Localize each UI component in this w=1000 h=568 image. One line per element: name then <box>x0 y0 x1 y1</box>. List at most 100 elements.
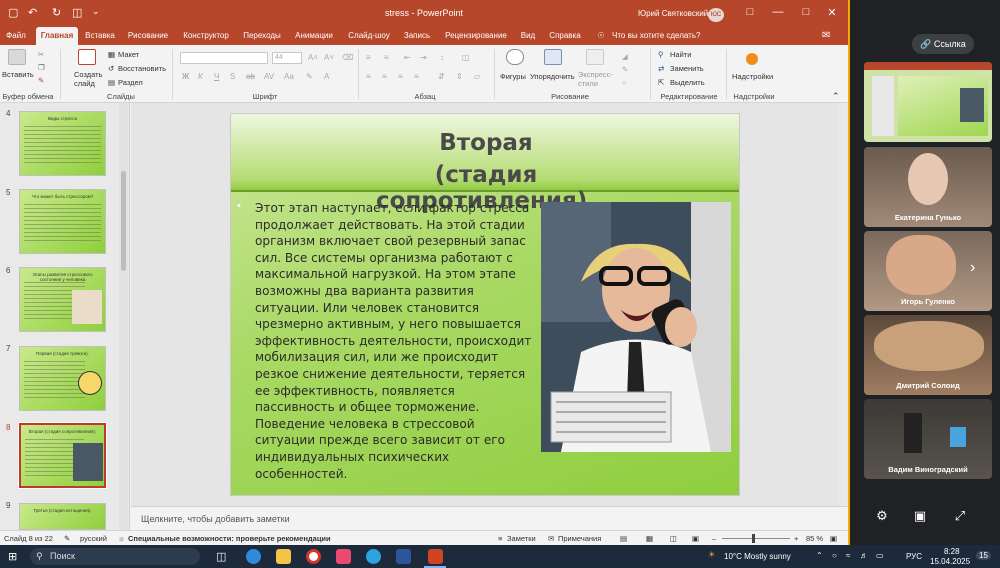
fullscreen-icon[interactable]: ⤢ <box>950 508 970 524</box>
network-icon[interactable]: ≈ <box>846 551 850 560</box>
notes-pane[interactable]: Щелкните, чтобы добавить заметки <box>131 506 848 530</box>
quick-styles-icon[interactable] <box>586 49 604 65</box>
slide-sorter-icon[interactable]: ▦ <box>646 534 653 543</box>
tab-design[interactable]: Конструктор <box>180 27 232 45</box>
yandex-browser-icon[interactable] <box>306 549 321 564</box>
shapes-icon[interactable] <box>506 49 524 65</box>
language-indicator[interactable]: русский <box>80 534 107 543</box>
zoom-out-icon[interactable]: – <box>712 534 716 543</box>
shrink-font-icon[interactable]: A˅ <box>324 53 334 62</box>
zoom-in-icon[interactable]: + <box>794 534 798 543</box>
align-text-icon[interactable]: ⇕ <box>456 72 463 81</box>
fit-slide-icon[interactable]: ▣ <box>830 534 837 543</box>
smartart-icon[interactable]: ▱ <box>474 72 480 81</box>
section-button[interactable]: Раздел <box>118 78 143 87</box>
copy-icon[interactable]: ❐ <box>38 63 45 72</box>
tab-help[interactable]: Справка <box>546 27 584 45</box>
user-name[interactable]: Юрий Святковский <box>638 9 708 18</box>
file-explorer-icon[interactable] <box>276 549 291 564</box>
arrange-button[interactable]: Упорядочить <box>530 72 575 81</box>
tab-review[interactable]: Рецензирование <box>442 27 510 45</box>
tray-app-icon[interactable]: ○ <box>832 551 837 560</box>
comments-icon[interactable]: ✉ <box>822 30 840 43</box>
weather-text[interactable]: 10°C Mostly sunny <box>724 552 791 561</box>
thumbnail-slide-8[interactable]: Вторая (стадия сопротивления). <box>18 422 107 489</box>
volume-icon[interactable]: ♬ <box>860 551 868 560</box>
replace-button[interactable]: Заменить <box>670 64 704 73</box>
fill-icon[interactable]: ◢ <box>622 52 628 61</box>
normal-view-icon[interactable]: ▤ <box>620 534 627 543</box>
thumbnail-slide-7[interactable]: Первая (стадия тревоги). <box>19 346 106 411</box>
ribbon-display-icon[interactable]: □ <box>740 6 760 18</box>
justify-icon[interactable]: ≡ <box>414 72 419 81</box>
align-right-icon[interactable]: ≡ <box>398 72 403 81</box>
increase-indent-icon[interactable]: ⇥ <box>420 53 427 62</box>
tab-animations[interactable]: Анимации <box>292 27 336 45</box>
font-size-field[interactable]: 44 <box>272 52 302 64</box>
line-spacing-icon[interactable]: ↕ <box>440 53 444 62</box>
powerpoint-taskbar-icon[interactable] <box>428 549 443 564</box>
underline-icon[interactable]: Ч <box>214 72 219 81</box>
new-slide-button[interactable]: Создать слайд <box>74 70 104 88</box>
align-left-icon[interactable]: ≡ <box>366 72 371 81</box>
edge-icon[interactable] <box>246 549 261 564</box>
reading-view-icon[interactable]: ◫ <box>670 534 677 543</box>
quick-styles-button[interactable]: Экспресс-стили <box>578 70 614 88</box>
close-icon[interactable]: ✕ <box>822 6 842 19</box>
task-view-icon[interactable]: ◫ <box>216 550 226 563</box>
outline-icon[interactable]: ✎ <box>622 65 628 74</box>
arrange-icon[interactable] <box>544 49 562 65</box>
tab-home[interactable]: Главная <box>36 27 78 45</box>
tab-view[interactable]: Вид <box>518 27 538 45</box>
effects-icon[interactable]: ○ <box>622 78 627 87</box>
collapse-ribbon-icon[interactable]: ⌃ <box>832 91 840 102</box>
grow-font-icon[interactable]: A˄ <box>308 53 318 62</box>
tab-record[interactable]: Запись <box>400 27 434 45</box>
scrollbar-thumb[interactable] <box>121 171 126 271</box>
addins-button[interactable]: Надстройки <box>732 72 773 81</box>
tab-file[interactable]: Файл <box>2 27 30 45</box>
slideshow-icon[interactable]: ▣ <box>692 534 699 543</box>
text-direction-icon[interactable]: ⇵ <box>438 72 445 81</box>
format-painter-icon[interactable]: ✎ <box>38 76 44 85</box>
numbering-icon[interactable]: ≡ <box>384 53 389 62</box>
current-slide[interactable]: Вторая (стадия сопротивления). • Этот эт… <box>230 113 740 496</box>
tray-chevron-icon[interactable]: ⌃ <box>816 551 823 560</box>
reset-button[interactable]: Восстановить <box>118 64 166 73</box>
battery-icon[interactable]: ▭ <box>876 551 884 560</box>
zoom-slider-handle[interactable] <box>752 534 755 543</box>
thumbnail-slide-6[interactable]: Этапы развития стрессового состояния у ч… <box>19 267 106 332</box>
layout-button[interactable]: Макет <box>118 50 139 59</box>
input-language[interactable]: РУС <box>906 552 922 561</box>
slide-title-line-1[interactable]: Вторая <box>331 130 641 156</box>
participant-tile-3[interactable]: Дмитрий Солоид <box>864 315 992 395</box>
notification-badge[interactable]: 15 <box>976 551 991 560</box>
thumbnail-slide-5[interactable]: Что может быть стрессором? <box>19 189 106 254</box>
notes-toggle[interactable]: Заметки <box>507 534 536 543</box>
participant-tile-1[interactable]: Екатерина Гунько <box>864 147 992 227</box>
taskbar-search[interactable]: ⚲ Поиск <box>30 548 200 565</box>
zoom-level[interactable]: 85 % <box>806 534 823 543</box>
spellcheck-icon[interactable]: ✎ <box>64 534 70 543</box>
italic-icon[interactable]: К <box>198 72 203 81</box>
maximize-icon[interactable]: □ <box>796 6 816 18</box>
avatar[interactable]: ЮС <box>708 8 724 22</box>
tell-me-search[interactable]: Что вы хотите сделать? <box>612 27 702 45</box>
addins-icon[interactable] <box>746 53 758 65</box>
highlight-icon[interactable]: ✎ <box>306 72 313 81</box>
clear-format-icon[interactable]: ⌫ <box>342 53 353 62</box>
editor-scrollbar[interactable] <box>838 103 847 506</box>
minimize-icon[interactable]: — <box>768 6 788 18</box>
tab-slideshow[interactable]: Слайд-шоу <box>345 27 393 45</box>
participant-tile-4[interactable]: Вадим Виноградский <box>864 399 992 479</box>
thumbnail-slide-4[interactable]: Виды стресса <box>19 111 106 176</box>
store-app-icon[interactable] <box>336 549 351 564</box>
decrease-indent-icon[interactable]: ⇤ <box>404 53 411 62</box>
spacing-icon[interactable]: AV <box>264 72 274 81</box>
tab-transitions[interactable]: Переходы <box>240 27 284 45</box>
shapes-button[interactable]: Фигуры <box>500 72 526 81</box>
link-button[interactable]: 🔗 Ссылка <box>912 34 974 54</box>
thumbnail-scrollbar[interactable] <box>119 103 128 530</box>
telegram-icon[interactable] <box>366 549 381 564</box>
next-page-icon[interactable]: › <box>970 259 975 277</box>
